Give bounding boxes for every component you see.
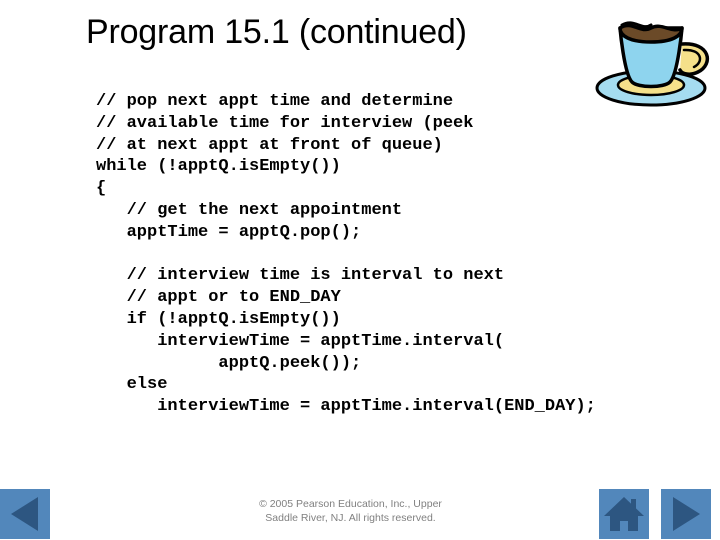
- copyright-line-2: Saddle River, NJ. All rights reserved.: [265, 511, 436, 524]
- code-line: interviewTime = apptTime.interval(: [96, 331, 505, 351]
- footer-copyright: © 2005 Pearson Education, Inc., Upper Sa…: [243, 498, 458, 525]
- previous-slide-button[interactable]: [0, 489, 50, 539]
- code-line: interviewTime = apptTime.interval(END_DA…: [96, 397, 596, 417]
- triangle-left-icon: [11, 497, 38, 531]
- code-listing: // pop next appt time and determine // av…: [96, 91, 656, 418]
- code-line: // pop next appt time and determine: [96, 92, 454, 111]
- code-line: // available time for interview (peek: [96, 113, 474, 133]
- triangle-right-icon: [673, 497, 700, 531]
- code-line: // appt or to END_DAY: [96, 288, 341, 308]
- next-slide-button[interactable]: [661, 489, 711, 539]
- code-line: else: [96, 375, 168, 395]
- copyright-line-1: © 2005 Pearson Education, Inc., Upper: [259, 498, 442, 510]
- code-line: while (!apptQ.isEmpty()): [96, 157, 341, 177]
- code-line: apptTime = apptQ.pop();: [96, 222, 362, 242]
- code-line: // get the next appointment: [96, 200, 403, 220]
- code-line: {: [96, 179, 107, 199]
- page-title: Program 15.1 (continued): [86, 13, 467, 51]
- code-line: // at next appt at front of queue): [96, 135, 443, 155]
- home-icon: [604, 497, 644, 531]
- code-line: if (!apptQ.isEmpty()): [96, 309, 341, 329]
- home-button[interactable]: [599, 489, 649, 539]
- code-line: apptQ.peek());: [96, 353, 362, 373]
- code-line: // interview time is interval to next: [96, 266, 505, 286]
